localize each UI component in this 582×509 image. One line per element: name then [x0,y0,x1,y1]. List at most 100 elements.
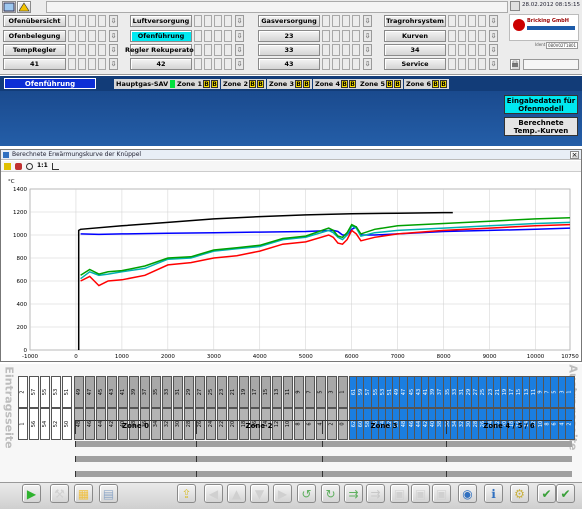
billet-slot[interactable]: 56 [29,408,39,440]
up-button[interactable]: ▲ [227,484,246,503]
expand-arrow-icon[interactable]: ⇩ [109,58,118,70]
folder-button[interactable]: ▦ [74,484,93,503]
expand-arrow-icon[interactable]: ⇩ [109,15,118,27]
transfer-button[interactable]: ⇉ [344,484,363,503]
billet-slot[interactable]: 55 [40,376,50,408]
billet-slot[interactable]: 9 [294,376,304,408]
expand-arrow-icon[interactable]: ⇩ [363,30,372,42]
nav-row2-col2-button[interactable]: Ofenführung [130,30,192,42]
nav-row3-col4-button[interactable]: 34 [384,44,446,56]
nav-row1-col2-button[interactable]: Luftversorgung [130,15,192,27]
warning-button[interactable] [17,1,31,13]
nav-row4-col3-button[interactable]: 43 [258,58,320,70]
nav-row3-col2-button[interactable]: Regler Rekuperator [125,44,197,56]
expand-arrow-icon[interactable]: ⇩ [109,44,118,56]
copy-button[interactable]: ▣ [411,484,430,503]
home-button[interactable] [2,1,16,13]
billet-slot[interactable]: 45 [96,376,106,408]
zoom-reset-button[interactable]: 1:1 [37,162,48,169]
billet-slot[interactable]: 51 [62,376,72,408]
billet-slot[interactable]: 19 [239,376,249,408]
billet-slot[interactable]: 1 [565,376,575,408]
billet-slot[interactable]: 57 [29,376,39,408]
billet-slot[interactable]: 27 [195,376,205,408]
paste-button[interactable]: ▣ [432,484,451,503]
billet-slot[interactable]: 23 [217,376,227,408]
zoom-icon[interactable] [26,163,33,170]
redo-button[interactable]: ↻ [321,484,340,503]
cursor-tool-icon[interactable] [4,163,11,170]
billet-slot[interactable]: 41 [118,376,128,408]
billet-slot[interactable]: 50 [62,408,72,440]
back-button[interactable]: ◀ [204,484,223,503]
nav-row3-col1-button[interactable]: TempRegler [3,44,66,56]
billet-slot[interactable]: 54 [40,408,50,440]
nav-row2-col1-button[interactable]: Ofenbelegung [3,30,66,42]
expand-arrow-icon[interactable]: ⇩ [489,15,498,27]
expand-arrow-icon[interactable]: ⇩ [235,44,244,56]
nav-row1-col1-button[interactable]: Ofenübersicht [3,15,66,27]
start-button[interactable]: ▶ [22,484,41,503]
forward-button[interactable]: ▶ [273,484,292,503]
billet-slot[interactable]: 29 [184,376,194,408]
confirm-button[interactable]: ✔ [556,484,575,503]
billet-slot[interactable]: 25 [206,376,216,408]
list-button[interactable]: ▤ [99,484,118,503]
calc-curves-button[interactable]: Berechnete Temp.-Kurven [504,117,578,136]
expand-arrow-icon[interactable]: ⇩ [363,58,372,70]
billet-slot[interactable]: 15 [261,376,271,408]
billet-slot[interactable]: 11 [283,376,293,408]
expand-arrow-icon[interactable]: ⇩ [489,30,498,42]
down-button[interactable]: ▼ [250,484,269,503]
nav-row3-col3-button[interactable]: 33 [258,44,320,56]
expand-arrow-icon[interactable]: ⇩ [235,15,244,27]
nav-row1-col3-button[interactable]: Gasversorgung [258,15,320,27]
info-button[interactable]: ℹ [484,484,503,503]
billet-slot[interactable]: 39 [129,376,139,408]
expand-arrow-icon[interactable]: ⇩ [235,58,244,70]
billet-slot[interactable]: 7 [305,376,315,408]
nav-row2-col4-button[interactable]: Kurven [384,30,446,42]
expand-arrow-icon[interactable]: ⇩ [363,44,372,56]
save-button[interactable]: ▣ [390,484,409,503]
undo-button[interactable]: ↺ [297,484,316,503]
billet-slot[interactable]: 21 [228,376,238,408]
billet-slot[interactable]: 43 [107,376,117,408]
billet-slot[interactable]: 17 [250,376,260,408]
billet-slot[interactable]: 37 [140,376,150,408]
input-data-button[interactable]: Eingabedaten für Ofenmodell [504,95,578,114]
chart-close-button[interactable]: × [570,151,579,159]
billet-slot[interactable]: 31 [173,376,183,408]
upload-button[interactable]: ⇪ [177,484,196,503]
expand-arrow-icon[interactable]: ⇩ [109,30,118,42]
nav-row4-col4-button[interactable]: Service [384,58,446,70]
chart-settings-icon[interactable] [52,163,59,170]
expand-arrow-icon[interactable]: ⇩ [363,15,372,27]
billet-slot[interactable]: 1 [18,408,28,440]
transfer-disabled-button[interactable]: ⇉ [366,484,385,503]
nav-row2-col3-button[interactable]: 23 [258,30,320,42]
hand-tool-icon[interactable] [15,163,22,170]
monitor-button[interactable]: ◉ [458,484,477,503]
billet-slot[interactable]: 52 [51,408,61,440]
billet-slot[interactable]: 13 [272,376,282,408]
billet-slot[interactable]: 35 [151,376,161,408]
billet-slot[interactable]: 49 [74,376,84,408]
tools-button[interactable]: ⚒ [50,484,69,503]
billet-slot[interactable]: 33 [162,376,172,408]
settings-button[interactable]: ⚙ [510,484,529,503]
billet-slot[interactable]: 53 [51,376,61,408]
nav-row1-col4-button[interactable]: Tragrohrsystem [384,15,446,27]
billet-slot[interactable]: 47 [85,376,95,408]
billet-slot[interactable]: 5 [316,376,326,408]
billet-slot[interactable]: 1 [338,376,348,408]
nav-row4-col1-button[interactable]: 41 [3,58,66,70]
billet-slot[interactable]: 2 [18,376,28,408]
expand-arrow-icon[interactable]: ⇩ [489,44,498,56]
expand-arrow-icon[interactable]: ⇩ [489,58,498,70]
expand-arrow-icon[interactable]: ⇩ [235,30,244,42]
nav-row4-col2-button[interactable]: 42 [130,58,192,70]
billet-slot[interactable]: 3 [327,376,337,408]
check-button[interactable]: ✔ [537,484,556,503]
print-button[interactable] [510,59,520,70]
